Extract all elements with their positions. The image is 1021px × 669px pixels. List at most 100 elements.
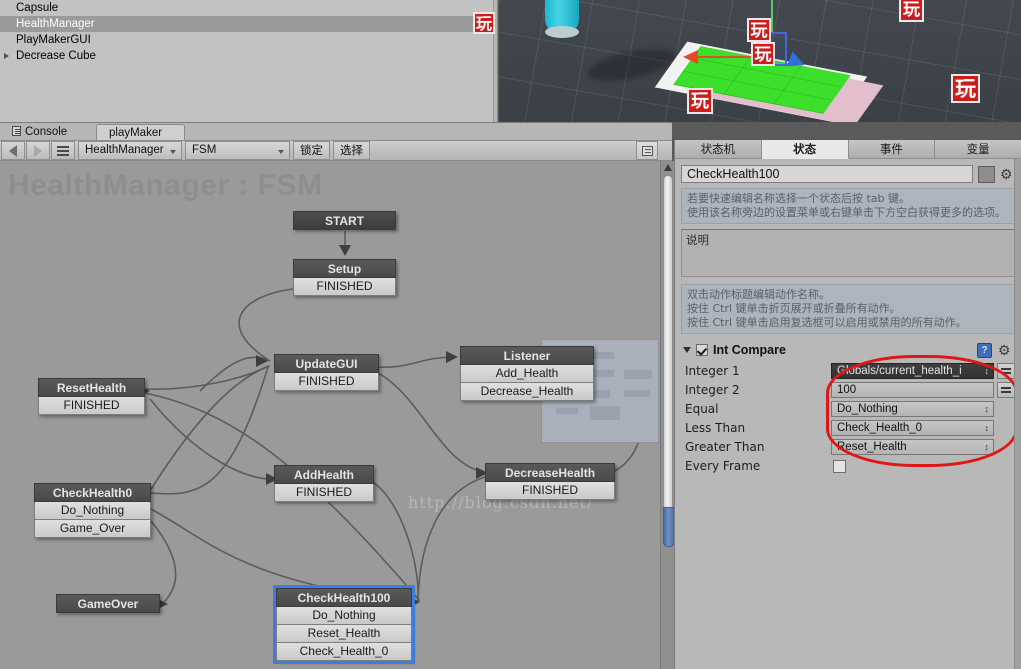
field-label: Integer 1 bbox=[685, 364, 740, 378]
gear-icon[interactable]: ⚙ bbox=[998, 342, 1013, 358]
every-frame-checkbox[interactable] bbox=[833, 459, 846, 473]
fsm-dropdown[interactable]: FSM bbox=[185, 141, 290, 160]
less-than-event-dropdown[interactable]: Check_Health_0 ↕ bbox=[831, 420, 994, 436]
expand-triangle-icon[interactable] bbox=[4, 53, 9, 59]
tab-fsm[interactable]: 状态机 bbox=[675, 140, 762, 159]
watermark-stamp-icon: 玩 bbox=[899, 0, 924, 22]
state-event-row[interactable]: Check_Health_0 bbox=[276, 643, 412, 661]
greater-than-event-dropdown[interactable]: Reset_Health ↕ bbox=[831, 439, 994, 455]
state-node-title: ResetHealth bbox=[38, 378, 145, 397]
hierarchy-item-healthmanager[interactable]: HealthManager bbox=[0, 16, 497, 32]
state-event-row[interactable]: Decrease_Health bbox=[460, 383, 594, 401]
tab-state[interactable]: 状态 bbox=[761, 140, 849, 159]
state-node-setup[interactable]: Setup FINISHED bbox=[293, 259, 396, 296]
state-node-title: GameOver bbox=[56, 594, 160, 613]
state-event-row[interactable]: FINISHED bbox=[274, 373, 379, 391]
tab-label: 事件 bbox=[879, 142, 903, 156]
capsule-object[interactable] bbox=[545, 0, 579, 38]
state-event-row[interactable]: Reset_Health bbox=[276, 625, 412, 643]
tab-variables[interactable]: 变量 bbox=[935, 140, 1021, 159]
equal-event-dropdown[interactable]: Do_Nothing ↕ bbox=[831, 401, 994, 417]
state-event-row[interactable]: FINISHED bbox=[485, 482, 615, 500]
hierarchy-item-decrease-cube[interactable]: Decrease Cube bbox=[0, 48, 497, 64]
integer1-menu-button[interactable] bbox=[997, 363, 1015, 379]
state-node-title: START bbox=[293, 211, 396, 230]
actions-help-text: 双击动作标题编辑动作名称。 按住 Ctrl 键单击折页展开或折叠所有动作。 按住… bbox=[681, 284, 1015, 334]
state-event-row[interactable]: Do_Nothing bbox=[34, 502, 151, 520]
state-node-checkhealth0[interactable]: CheckHealth0 Do_Nothing Game_Over bbox=[34, 483, 151, 538]
minimap-node bbox=[590, 406, 620, 420]
state-event-row[interactable]: Add_Health bbox=[460, 365, 594, 383]
tab-events[interactable]: 事件 bbox=[848, 140, 936, 159]
field-value: 100 bbox=[837, 384, 857, 396]
state-node-start[interactable]: START bbox=[293, 211, 396, 230]
gear-icon[interactable]: ⚙ bbox=[1000, 166, 1015, 182]
state-node-addhealth[interactable]: AddHealth FINISHED bbox=[274, 465, 374, 502]
state-event-row[interactable]: FINISHED bbox=[38, 397, 145, 415]
state-event-row[interactable]: Do_Nothing bbox=[276, 607, 412, 625]
forward-button[interactable] bbox=[26, 141, 50, 160]
action-field-row: Every Frame bbox=[681, 457, 1015, 475]
menu-button[interactable] bbox=[51, 141, 75, 160]
field-label: Greater Than bbox=[685, 440, 765, 454]
integer2-menu-button[interactable] bbox=[997, 382, 1015, 398]
back-button[interactable] bbox=[1, 141, 25, 160]
action-header-icons: ? ⚙ bbox=[977, 342, 1015, 358]
description-placeholder: 说明 bbox=[686, 233, 709, 247]
tab-console[interactable]: Console bbox=[4, 124, 77, 141]
state-node-title: CheckHealth0 bbox=[34, 483, 151, 502]
state-help-text: 若要快速编辑名称选择一个状态后按 tab 键。 使用该名称旁边的设置菜单或右键单… bbox=[681, 188, 1015, 224]
lock-button[interactable]: 锁定 bbox=[293, 141, 330, 160]
select-button[interactable]: 选择 bbox=[333, 141, 370, 160]
state-event-row[interactable]: FINISHED bbox=[293, 278, 396, 296]
state-node-updategui[interactable]: UpdateGUI FINISHED bbox=[274, 354, 379, 391]
minimap-toggle-button[interactable] bbox=[636, 141, 658, 160]
state-description-textarea[interactable]: 说明 bbox=[681, 229, 1015, 277]
integer2-input[interactable]: 100 bbox=[831, 382, 994, 398]
state-node-title: DecreaseHealth bbox=[485, 463, 615, 482]
state-node-gameover[interactable]: GameOver bbox=[56, 594, 160, 613]
target-object-dropdown[interactable]: HealthManager bbox=[78, 141, 182, 160]
chevron-updown-icon: ↕ bbox=[984, 404, 990, 414]
state-name-input[interactable]: CheckHealth100 bbox=[681, 165, 973, 183]
state-event-row[interactable]: FINISHED bbox=[274, 484, 374, 502]
console-icon bbox=[12, 126, 21, 136]
gizmo-x-arrow-icon[interactable] bbox=[683, 50, 698, 64]
help-icon[interactable]: ? bbox=[977, 342, 992, 358]
scene-view[interactable]: 玩 玩 玩 玩 玩 bbox=[499, 0, 1021, 122]
scroll-up-arrow-icon[interactable] bbox=[664, 164, 672, 171]
action-enabled-checkbox[interactable] bbox=[696, 344, 708, 356]
state-node-title: AddHealth bbox=[274, 465, 374, 484]
inspector-scrollbar[interactable] bbox=[1014, 159, 1021, 669]
tab-label: Console bbox=[25, 126, 68, 138]
hierarchy-item-playmakergui[interactable]: PlayMakerGUI bbox=[0, 32, 497, 48]
hierarchy-item[interactable]: Capsule bbox=[0, 0, 497, 16]
gizmo-z-arrow-icon[interactable] bbox=[786, 51, 808, 73]
state-color-swatch[interactable] bbox=[978, 165, 995, 183]
integer1-variable-dropdown[interactable]: Globals/current_health_i ↕ bbox=[831, 363, 994, 379]
tab-label: 变量 bbox=[966, 142, 990, 156]
hamburger-menu-icon bbox=[57, 146, 69, 156]
field-value: Globals/current_health_i bbox=[837, 365, 962, 377]
playmaker-toolbar: HealthManager FSM 锁定 选择 bbox=[0, 140, 672, 161]
field-label: Equal bbox=[685, 402, 719, 416]
gizmo-y-axis[interactable] bbox=[771, 0, 773, 34]
action-header[interactable]: Int Compare ? ⚙ bbox=[681, 341, 1015, 359]
chevron-updown-icon: ↕ bbox=[984, 442, 990, 452]
canvas-vertical-scrollbar[interactable] bbox=[660, 161, 675, 669]
tab-playmaker[interactable]: playMaker bbox=[96, 124, 186, 141]
fsm-label: FSM bbox=[192, 144, 217, 156]
scrollbar-thumb[interactable] bbox=[663, 175, 675, 547]
state-node-title: Listener bbox=[460, 346, 594, 365]
action-title: Int Compare bbox=[713, 343, 786, 357]
state-node-listener[interactable]: Listener Add_Health Decrease_Health bbox=[460, 346, 594, 401]
fsm-graph-canvas[interactable]: HealthManager : FSM http://blog.csdn.net… bbox=[0, 161, 660, 669]
chevron-updown-icon: ↕ bbox=[984, 366, 990, 376]
panel-tab-bar: Console playMaker bbox=[0, 122, 672, 141]
chevron-down-icon[interactable] bbox=[683, 347, 691, 353]
state-event-row[interactable]: Game_Over bbox=[34, 520, 151, 538]
state-node-resethealth[interactable]: ResetHealth FINISHED bbox=[38, 378, 145, 415]
help-line-3: 按住 Ctrl 键单击启用复选框可以启用或禁用的所有动作。 bbox=[687, 316, 967, 329]
state-node-checkhealth100[interactable]: CheckHealth100 Do_Nothing Reset_Health C… bbox=[273, 585, 415, 664]
state-node-decreasehealth[interactable]: DecreaseHealth FINISHED bbox=[485, 463, 615, 500]
